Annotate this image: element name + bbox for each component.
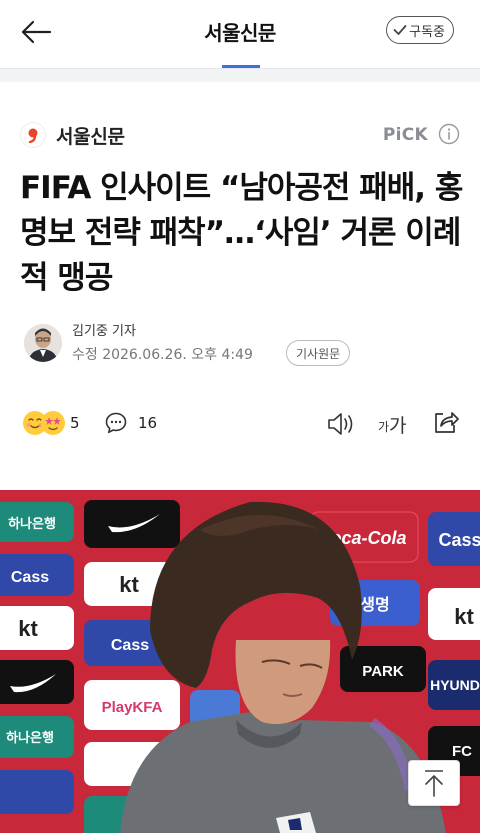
comment-button[interactable]: 16 (104, 408, 157, 438)
seoul-shinmun-logo-icon (28, 128, 38, 143)
font-size-big-label: 가 (389, 415, 407, 437)
svg-text:HYUNDAI: HYUNDAI (430, 677, 480, 693)
press-header: 서울신문 PiCK (20, 120, 460, 150)
reaction-button[interactable]: 5 (22, 408, 80, 438)
section-divider (0, 68, 480, 82)
reaction-count: 5 (70, 414, 80, 432)
svg-text:kt: kt (454, 604, 474, 629)
svg-text:FC: FC (452, 743, 472, 760)
subscribe-label: 구독중 (409, 24, 445, 40)
byline: 김기중 기자 수정 2026.06.26. 오후 4:49 기사원문 (20, 318, 460, 374)
comment-count: 16 (138, 414, 158, 432)
subscribe-button[interactable]: 구독중 (386, 16, 454, 44)
check-icon (393, 25, 407, 35)
share-icon[interactable] (432, 408, 460, 436)
svg-text:Cass: Cass (438, 530, 480, 550)
svg-text:PlayKFA: PlayKFA (102, 699, 163, 716)
svg-text:생명: 생명 (360, 596, 389, 614)
reporter-photo-icon (24, 324, 62, 362)
svg-text:Cass: Cass (111, 637, 149, 654)
info-icon[interactable] (438, 123, 460, 145)
article-date: 수정 2026.06.26. 오후 4:49 (72, 347, 253, 363)
arrow-up-to-top-icon (425, 770, 443, 797)
svg-text:Cass: Cass (11, 569, 49, 586)
svg-text:하나은행: 하나은행 (8, 516, 56, 531)
svg-text:kt: kt (18, 616, 38, 641)
article-actions: 5 16 가 가 (20, 406, 460, 442)
top-navigation-bar: 서울신문 구독중 (0, 0, 480, 68)
press-logo[interactable] (20, 122, 46, 148)
speaker-icon[interactable] (326, 410, 356, 438)
reporter-avatar[interactable] (24, 324, 62, 362)
reporter-name[interactable]: 김기중 기자 (72, 320, 136, 339)
comment-bubble-icon (105, 412, 127, 434)
svg-text:PARK: PARK (362, 663, 404, 680)
font-size-button[interactable]: 가 가 (378, 410, 407, 438)
starstruck-emoji-icon (41, 411, 65, 435)
svg-text:하나은행: 하나은행 (6, 730, 54, 745)
article-headline: FIFA 인사이트 “남아공전 패배, 홍명보 전략 패착”…‘사임’ 거론 이… (20, 170, 463, 296)
reaction-emojis (22, 408, 68, 438)
press-name[interactable]: 서울신문 (56, 122, 125, 149)
original-article-button[interactable]: 기사원문 (286, 340, 351, 366)
pick-badge: PiCK (382, 125, 428, 145)
font-size-small-label: 가 (378, 420, 390, 434)
scroll-to-top-button[interactable] (408, 760, 460, 806)
svg-text:kt: kt (119, 572, 139, 597)
